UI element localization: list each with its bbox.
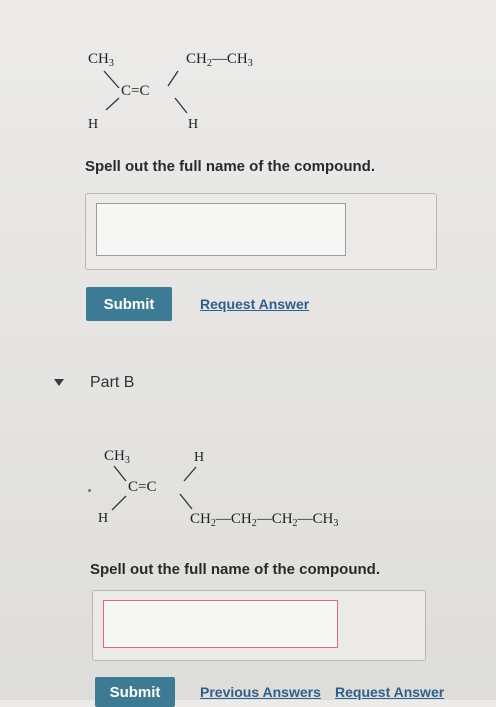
part-a-double-bond: C=C [121,83,150,99]
part-a-answer-input[interactable] [96,203,346,256]
part-b-prompt: Spell out the full name of the compound. [90,561,380,578]
part-b-answer-input[interactable] [103,600,338,648]
part-b-previous-answers-link[interactable]: Previous Answers [200,684,321,700]
stray-dot [88,489,91,492]
collapse-caret-icon[interactable] [54,379,64,386]
part-b-h-top-right: H [194,450,205,465]
part-b-answer-box [92,590,426,661]
part-a-request-answer-link[interactable]: Request Answer [200,296,309,312]
part-b-request-answer-link[interactable]: Request Answer [335,684,444,700]
part-a-prompt: Spell out the full name of the compound. [85,158,375,175]
part-b-submit-button[interactable]: Submit [95,677,175,707]
part-a-ch3-group: CH3 [88,51,114,69]
part-a-h-right: H [188,117,199,132]
part-b-h-bottom-left: H [98,511,109,526]
part-a-submit-button[interactable]: Submit [86,287,172,321]
part-a-h-left: H [88,117,99,132]
part-b-ch3-group: CH3 [104,448,130,466]
part-a-ethyl-group: CH2—CH3 [186,51,253,69]
part-a-answer-box [85,193,437,270]
part-b-double-bond: C=C [128,479,157,495]
part-b-butyl-group: CH2—CH2—CH2—CH3 [190,511,339,529]
part-b-title[interactable]: Part B [90,374,134,392]
